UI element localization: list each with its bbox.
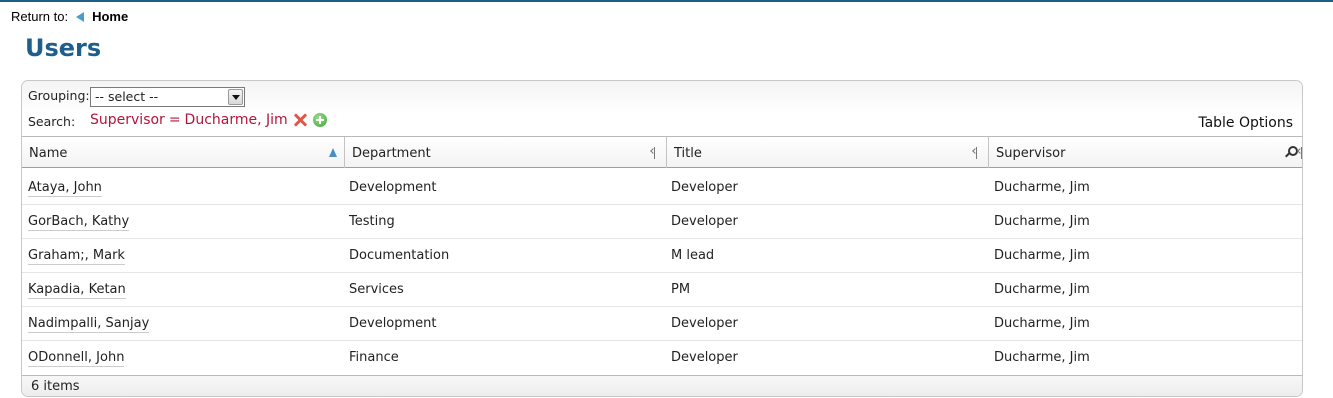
name-cell: Kapadia, Ketan [22,273,126,307]
department-cell: Documentation [349,248,450,263]
users-table-panel: Grouping: -- select -- Search: Superviso… [21,80,1303,397]
table-footer: 6 items [22,375,1302,396]
title-cell: PM [671,282,691,297]
add-filter-icon[interactable] [312,113,327,127]
dropdown-arrow-icon[interactable] [228,89,243,105]
sortable-icon [973,147,981,159]
column-header-label: Department [352,146,431,161]
table-row[interactable]: Graham;, Mark Documentation M lead Ducha… [22,239,1302,273]
sortable-icon [1298,147,1302,159]
title-cell: Developer [671,180,738,195]
grouping-select[interactable]: -- select -- [90,87,245,107]
department-cell: Testing [349,214,395,229]
grouping-label: Grouping: [28,88,90,103]
filter-icon[interactable] [1285,146,1298,157]
name-cell: ODonnell, John [22,341,125,375]
table-row[interactable]: Kapadia, Ketan Services PM Ducharme, Jim [22,273,1302,307]
supervisor-cell: Ducharme, Jim [994,350,1090,365]
filter-operator: = [168,112,181,128]
filter-field[interactable]: Supervisor [90,112,165,128]
title-cell: Developer [671,316,738,331]
user-link[interactable]: Ataya, John [28,180,102,197]
user-link[interactable]: Kapadia, Ketan [28,282,126,299]
return-label: Return to: [11,9,69,24]
item-count: 6 items [31,379,80,394]
department-cell: Services [349,282,404,297]
column-header-label: Supervisor [996,146,1066,161]
search-filter-chip: Supervisor = Ducharme, Jim [90,112,327,128]
grouping-select-value: -- select -- [95,89,159,104]
back-arrow-icon [76,11,85,22]
sortable-icon [651,147,659,159]
filter-value[interactable]: Ducharme, Jim [185,112,288,128]
table-row[interactable]: Nadimpalli, Sanjay Development Developer… [22,307,1302,341]
column-header-supervisor[interactable]: Supervisor [989,137,1302,168]
supervisor-cell: Ducharme, Jim [994,248,1090,263]
title-cell: Developer [671,214,738,229]
top-border [0,0,1333,2]
table-toolbar: Grouping: -- select -- Search: Superviso… [22,81,1302,136]
user-link[interactable]: GorBach, Kathy [28,214,130,231]
supervisor-cell: Ducharme, Jim [994,282,1090,297]
name-cell: Ataya, John [22,171,102,205]
name-cell: Nadimpalli, Sanjay [22,307,150,341]
name-cell: GorBach, Kathy [22,205,130,239]
department-cell: Development [349,180,437,195]
user-link[interactable]: Graham;, Mark [28,248,125,265]
sort-ascending-icon [329,148,337,157]
column-header-label: Name [29,146,68,161]
column-header-department[interactable]: Department [345,137,667,168]
search-label: Search: [28,114,76,129]
name-cell: Graham;, Mark [22,239,125,273]
supervisor-cell: Ducharme, Jim [994,214,1090,229]
user-link[interactable]: Nadimpalli, Sanjay [28,316,150,333]
table-row[interactable]: ODonnell, John Finance Developer Ducharm… [22,341,1302,375]
table-row[interactable]: GorBach, Kathy Testing Developer Ducharm… [22,205,1302,239]
table-options-link[interactable]: Table Options [1198,115,1293,131]
column-header-title[interactable]: Title [667,137,989,168]
user-link[interactable]: ODonnell, John [28,350,125,367]
title-cell: Developer [671,350,738,365]
table-row[interactable]: Ataya, John Development Developer Duchar… [22,171,1302,205]
column-header-label: Title [674,146,702,161]
table-header: Name Department Title Supervisor [22,136,1302,168]
department-cell: Development [349,316,437,331]
page-title: Users [25,34,102,62]
supervisor-cell: Ducharme, Jim [994,316,1090,331]
title-cell: M lead [671,248,715,263]
return-nav: Return to: Home [11,9,128,24]
supervisor-cell: Ducharme, Jim [994,180,1090,195]
department-cell: Finance [349,350,399,365]
remove-filter-icon[interactable] [293,113,307,127]
column-header-name[interactable]: Name [22,137,345,168]
table-body: Ataya, John Development Developer Duchar… [22,169,1302,375]
home-link[interactable]: Home [92,9,128,24]
